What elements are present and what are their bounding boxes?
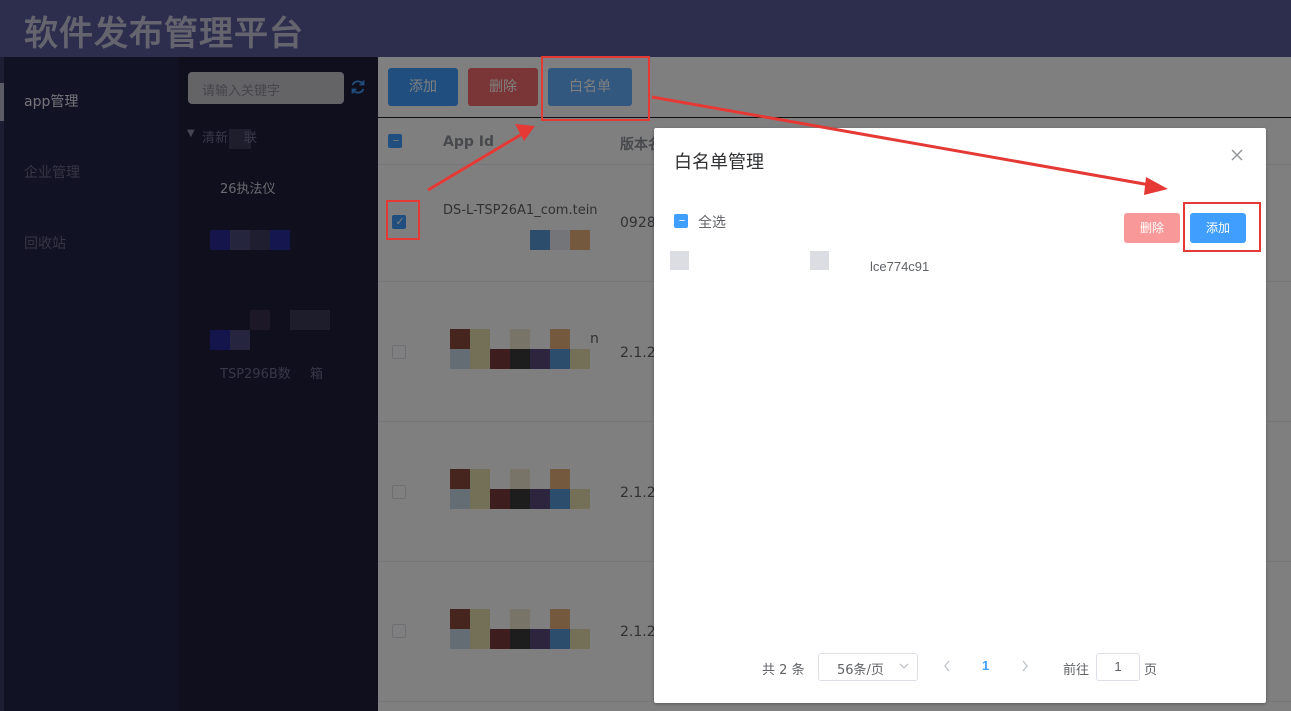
- watermark: CSDN @夜颂春秋: [1098, 681, 1254, 703]
- annotation-arrows: [427, 95, 1168, 195]
